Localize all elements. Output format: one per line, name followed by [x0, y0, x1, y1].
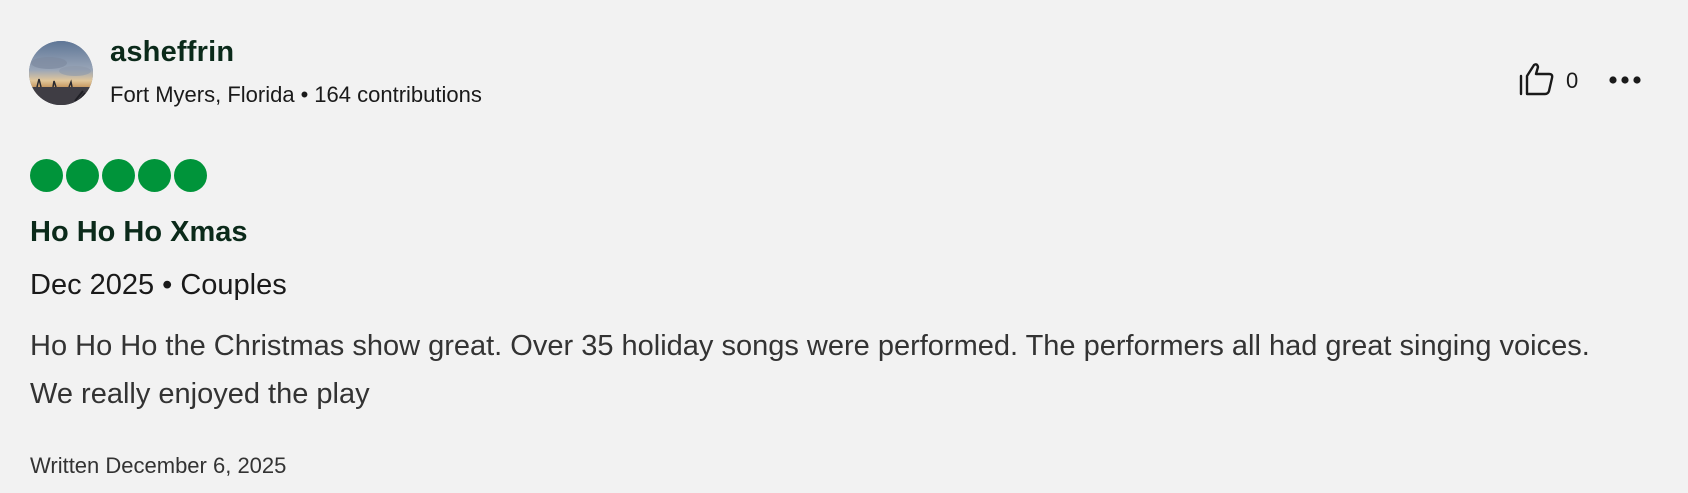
- more-options-button[interactable]: [1604, 62, 1646, 100]
- trip-date: Dec 2025: [30, 269, 155, 301]
- rating-bubbles: [30, 159, 207, 192]
- thumbs-up-icon: [1518, 62, 1556, 101]
- rating-bubble: [102, 159, 135, 192]
- rating-bubble: [66, 159, 99, 192]
- more-horizontal-icon: [1608, 72, 1642, 90]
- review-card: asheffrin Fort Myers, Florida • 164 contri…: [0, 0, 1688, 493]
- avatar-image: [29, 41, 93, 105]
- user-location: Fort Myers, Florida: [110, 82, 295, 107]
- helpful-count: 0: [1566, 68, 1579, 93]
- meta-separator: •: [300, 82, 309, 107]
- trip-info: Dec 2025 • Couples: [30, 269, 287, 302]
- rating-bubble: [138, 159, 171, 192]
- trip-type: Couples: [180, 269, 287, 301]
- trip-separator: •: [162, 269, 173, 301]
- user-meta: Fort Myers, Florida • 164 contributions: [110, 82, 482, 108]
- helpful-vote-button[interactable]: 0: [1518, 62, 1578, 100]
- rating-bubble: [174, 159, 207, 192]
- user-name[interactable]: asheffrin: [110, 36, 234, 69]
- avatar[interactable]: [29, 41, 93, 105]
- user-contributions[interactable]: 164 contributions: [314, 82, 482, 107]
- review-body: Ho Ho Ho the Christmas show great. Over …: [30, 330, 1590, 410]
- rating-bubble: [30, 159, 63, 192]
- written-date: Written December 6, 2025: [30, 453, 287, 478]
- review-title[interactable]: Ho Ho Ho Xmas: [30, 216, 248, 249]
